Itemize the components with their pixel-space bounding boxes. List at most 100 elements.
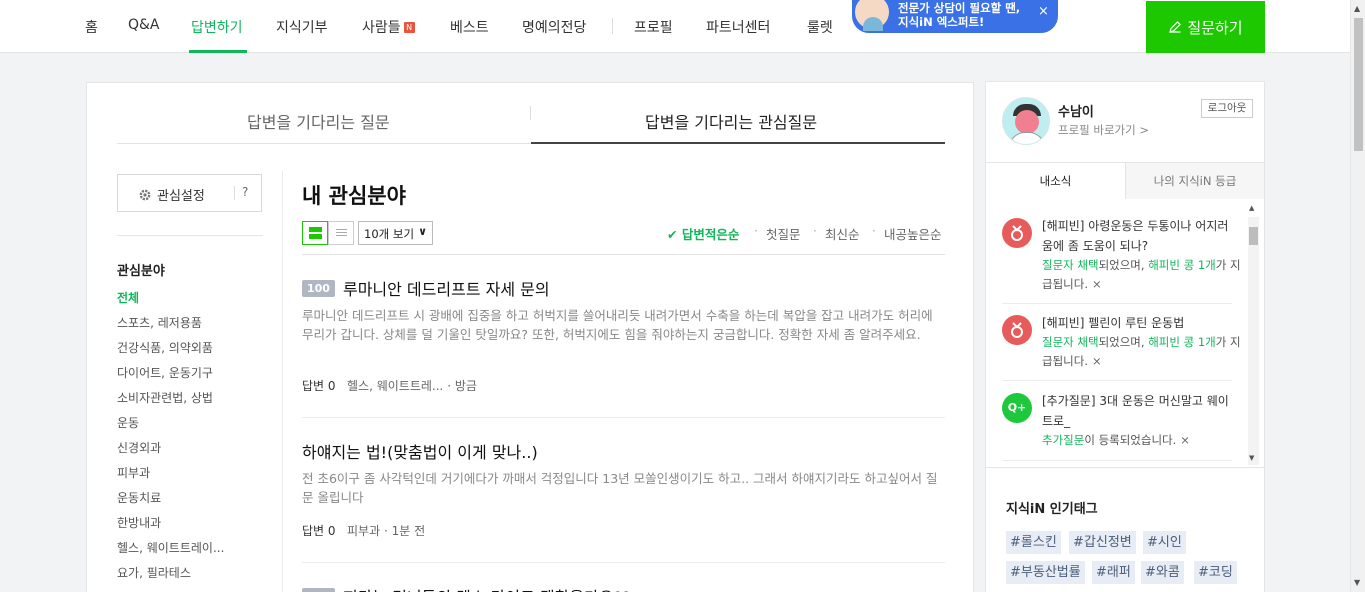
notification-scroll-thumb[interactable] [1249,227,1258,245]
page-title: 내 관심분야 [302,184,406,208]
question-divider [302,562,945,563]
category-item[interactable]: 피부과 [117,464,150,481]
medal-icon [1002,315,1032,345]
tab-waiting-interest-questions[interactable]: 답변을 기다리는 관심질문 [645,109,817,133]
category-item[interactable]: 헬스, 웨이트트레이... [117,539,224,556]
notification-scrollbar[interactable]: ▲ ▼ [1248,204,1259,465]
ask-question-button[interactable]: 질문하기 [1146,1,1265,53]
notification-highlight: 해피빈 콩 1개 [1148,335,1216,349]
category-item[interactable]: 요가, 필라테스 [117,564,191,581]
tag-chip[interactable]: #롤스킨 [1006,531,1061,554]
nav-profile[interactable]: 프로필 [634,17,673,37]
nav-answer[interactable]: 답변하기 [191,17,243,37]
view-toggle [302,221,354,245]
sort-fewest-answers[interactable]: ✔ 답변적은순 [667,224,739,243]
notification-title: [해피빈] 아령운동은 두통이나 어지러움에 좀 도움이 되나? [1042,219,1229,253]
sort-separator: · [872,224,876,238]
tag-chip[interactable]: #갑신정변 [1069,531,1136,554]
list-view-icon [336,229,347,230]
category-item[interactable]: 신경외과 [117,439,161,456]
category-item[interactable]: 운동치료 [117,489,161,506]
tab-my-news[interactable]: 내소식 [986,163,1125,199]
page-scroll-thumb[interactable] [1354,18,1363,151]
interest-settings-label: 관심설정 [157,189,205,204]
card-view-button[interactable] [302,221,328,245]
nav-separator [612,18,613,34]
expert-avatar-icon [852,0,892,32]
question-title[interactable]: 100 루마니안 데드리프트 자세 문의 [302,276,550,300]
category-item[interactable]: 한방내과 [117,514,161,531]
promo-line-1: 전문가 상담이 필요할 땐, [898,1,1021,15]
logout-button[interactable]: 로그아웃 [1201,99,1253,118]
top-nav: 홈 Q&A 답변하기 지식기부 사람들 N 베스트 명예의전당 프로필 파트너센터… [0,0,1350,53]
per-page-select[interactable]: 10개 보기 ∨ [358,221,433,245]
sort-fewest-answers-label: 답변적은순 [681,227,740,242]
category-item[interactable]: 다이어트, 운동기구 [117,364,213,381]
ask-question-label: 질문하기 [1187,18,1243,37]
nav-partner-center[interactable]: 파트너센터 [706,17,770,37]
answers-label: 답변 [302,379,325,393]
category-item[interactable]: 운동 [117,414,139,431]
card-view-icon [309,227,322,239]
sort-latest[interactable]: 최신순 [825,224,860,243]
notification-highlight: 해피빈 콩 1개 [1148,258,1216,272]
notification-detail: 추가질문이 등록되었습니다. × [1042,431,1242,450]
sort-first-question[interactable]: 첫질문 [766,224,801,243]
nav-donate[interactable]: 지식기부 [276,17,328,37]
category-item[interactable]: 건강식품, 의약외품 [117,339,213,356]
tag-chip[interactable]: #시인 [1143,531,1186,554]
category-item[interactable]: 소비자관련법, 상법 [117,389,213,406]
tag-chip[interactable]: #코딩 [1194,561,1237,584]
tab-my-grade[interactable]: 나의 지식iN 등급 [1125,163,1264,199]
nav-people[interactable]: 사람들 N [362,17,415,37]
scroll-down-icon[interactable]: ▼ [1354,578,1360,587]
tag-chip[interactable]: #래퍼 [1092,561,1135,584]
answers-count: 0 [327,524,336,538]
nav-roulette[interactable]: 룰렛 [807,17,833,37]
scroll-up-icon[interactable]: ▲ [1249,204,1254,212]
help-button[interactable]: ? [242,185,248,199]
notification-divider [1002,460,1232,461]
promo-close-icon[interactable]: × [1038,4,1049,19]
tab-active-indicator [531,142,945,144]
question-tabs: 답변을 기다리는 질문 답변을 기다리는 관심질문 [117,101,945,144]
page-scrollbar[interactable]: ▲ ▼ [1350,0,1365,592]
question-title[interactable]: 100 피카는 멍녀들의 겜스 마이드 괜찮을가요?? [302,584,631,592]
nav-hall-of-fame[interactable]: 명예의전당 [522,17,586,37]
close-icon[interactable]: × [1092,354,1102,368]
nav-home[interactable]: 홈 [85,17,98,37]
tab-waiting-questions[interactable]: 답변을 기다리는 질문 [247,109,390,133]
tag-chip[interactable]: #와콤 [1141,561,1184,584]
tab-separator [530,106,531,120]
notification-title: [추가질문] 3대 운동은 머신말고 웨이트로_ [1042,394,1229,428]
close-icon[interactable]: × [1180,433,1190,447]
notification-highlight: 질문자 채택 [1042,258,1099,272]
medal-glyph [1011,225,1023,241]
category-item[interactable]: 스포츠, 레저용품 [117,314,202,331]
scroll-up-icon[interactable]: ▲ [1354,4,1360,13]
scroll-down-icon[interactable]: ▼ [1249,454,1254,462]
question-title[interactable]: 하얘지는 법!(맞춤법이 이게 맞나..) [302,439,538,463]
per-page-value: 10개 보기 [364,227,415,241]
notification-highlight: 질문자 채택 [1042,335,1099,349]
expert-promo-banner[interactable]: 전문가 상담이 필요할 땐, 지식iN 엑스퍼트! × [852,0,1058,33]
question-meta: 답변 0 헬스, 웨이트트레... · 방금 [302,379,477,393]
profile-link[interactable]: 프로필 바로가기 > [1058,122,1149,138]
close-icon[interactable]: × [1092,277,1102,291]
medal-icon [1002,218,1032,248]
nav-best[interactable]: 베스트 [450,17,489,37]
avatar-face [1015,110,1039,134]
nav-qna[interactable]: Q&A [128,17,160,33]
list-view-button[interactable] [328,221,354,245]
avatar[interactable] [1002,97,1050,145]
interest-settings-button[interactable]: 관심설정 ? [117,174,262,212]
medal-glyph [1011,322,1023,338]
category-item-all[interactable]: 전체 [117,289,139,306]
sort-highest-points[interactable]: 내공높은순 [884,224,942,243]
user-name[interactable]: 수남이 [1058,101,1094,120]
notification-text: 되었으며, [1098,258,1149,272]
question-category: 헬스, 웨이트트레... [347,379,444,393]
interest-settings: 관심설정 [138,185,205,204]
tag-chip[interactable]: #부동산법률 [1006,561,1085,584]
answers-count: 0 [327,379,336,393]
